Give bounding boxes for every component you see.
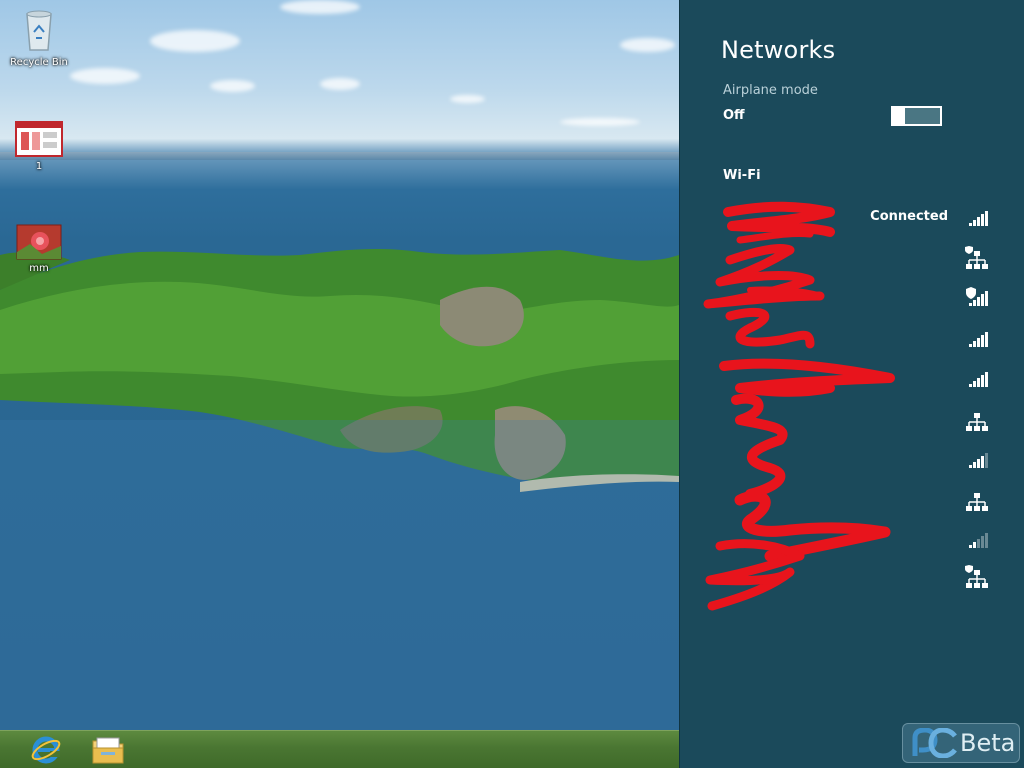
wifi-signal-full-icon <box>969 211 988 226</box>
network-secured-icon <box>965 565 988 588</box>
taskbar-internet-explorer-button[interactable] <box>24 733 68 767</box>
network-row[interactable] <box>718 323 990 353</box>
network-icon <box>966 493 988 511</box>
network-row[interactable] <box>718 363 990 393</box>
image-file-icon <box>16 224 62 260</box>
network-row[interactable] <box>718 486 990 516</box>
wifi-signal-weak-icon <box>969 533 988 548</box>
taskbar <box>0 730 679 768</box>
desktop-wallpaper <box>0 0 679 730</box>
network-row[interactable] <box>718 244 990 274</box>
networks-panel: Networks Airplane mode Off Wi-Fi Connect… <box>679 0 1024 768</box>
panel-title: Networks <box>721 36 836 64</box>
file-explorer-icon <box>92 737 124 764</box>
network-row[interactable] <box>718 406 990 436</box>
network-status: Connected <box>870 209 948 224</box>
desktop-icon-image[interactable]: mm <box>5 224 73 275</box>
network-row[interactable] <box>718 282 990 312</box>
internet-explorer-icon <box>31 736 61 764</box>
airplane-mode-toggle[interactable] <box>891 106 942 126</box>
taskbar-file-explorer-button[interactable] <box>86 733 130 767</box>
desktop-icon-recycle-bin[interactable]: Recycle Bin <box>5 8 73 69</box>
network-icon <box>966 413 988 431</box>
network-row[interactable] <box>718 524 990 554</box>
document-icon <box>15 121 63 157</box>
toggle-thumb <box>893 106 905 126</box>
desktop-icon-label: mm <box>29 263 49 274</box>
desktop-icon-document[interactable]: 1 <box>5 120 73 173</box>
island-landscape <box>0 248 679 730</box>
network-secured-icon <box>965 246 988 269</box>
wifi-signal-full-icon <box>969 372 988 387</box>
desktop-icon-label: Recycle Bin <box>10 57 68 68</box>
wifi-section-heading: Wi-Fi <box>723 168 761 183</box>
recycle-bin-icon <box>26 10 52 51</box>
network-row[interactable]: Connected <box>718 202 990 232</box>
wifi-signal-icon <box>969 453 988 468</box>
network-row[interactable] <box>718 563 990 593</box>
wifi-signal-full-icon <box>969 332 988 347</box>
pcbeta-logo-icon <box>912 728 957 758</box>
watermark-badge: Beta <box>902 723 1020 763</box>
network-row[interactable] <box>718 444 990 474</box>
watermark-text: Beta <box>960 729 1016 757</box>
wifi-secured-signal-icon <box>966 287 988 306</box>
airplane-mode-label: Airplane mode <box>723 83 818 98</box>
desktop-icon-label: 1 <box>35 161 43 172</box>
airplane-mode-value: Off <box>723 108 745 123</box>
